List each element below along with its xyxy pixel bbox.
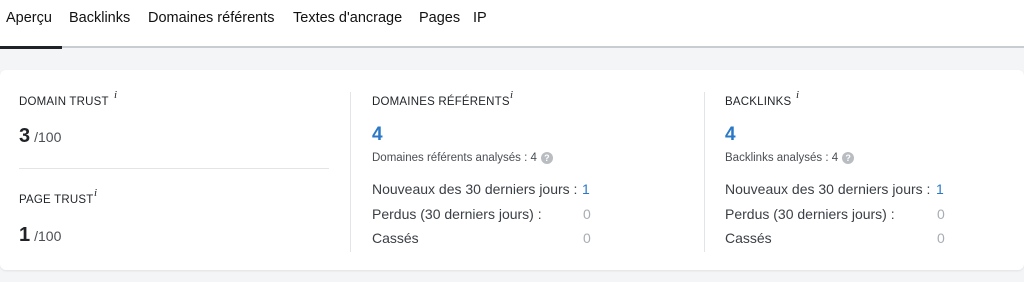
domain-trust-suffix: /100 bbox=[34, 129, 62, 145]
backlinks-analyzed: Backlinks analysés : 4? bbox=[725, 152, 855, 165]
backlinks-new-label: Nouveaux des 30 derniers jours : bbox=[725, 181, 931, 197]
page-trust-info-icon[interactable]: i bbox=[94, 187, 97, 199]
backlinks-label: BACKLINKS bbox=[725, 96, 792, 108]
overview-card: DOMAIN TRUST i 3/100 PAGE TRUST i 1/100 … bbox=[0, 70, 1024, 270]
referring-domains-value[interactable]: 4 bbox=[372, 124, 383, 146]
tab-bar: Aperçu Backlinks Domaines référents Text… bbox=[0, 0, 1024, 49]
backlinks-lost-label: Perdus (30 derniers jours) : bbox=[725, 206, 895, 222]
column-divider-1 bbox=[350, 92, 351, 252]
backlinks-new-value[interactable]: 1 bbox=[936, 181, 944, 197]
referring-domains-analyzed-text: Domaines référents analysés : 4 bbox=[372, 152, 537, 165]
referring-domains-info-icon[interactable]: i bbox=[510, 89, 513, 101]
backlinks-broken-label: Cassés bbox=[725, 230, 772, 246]
referring-domains-broken-label: Cassés bbox=[372, 230, 419, 246]
referring-domains-lost-label: Perdus (30 derniers jours) : bbox=[372, 206, 542, 222]
tab-ip[interactable]: IP bbox=[473, 10, 487, 26]
page-trust-value: 1/100 bbox=[19, 224, 61, 247]
page-trust-suffix: /100 bbox=[34, 228, 62, 244]
backlinks-broken-value: 0 bbox=[937, 230, 945, 246]
referring-domains-analyzed: Domaines référents analysés : 4? bbox=[372, 152, 553, 164]
tab-pages[interactable]: Pages bbox=[419, 10, 460, 26]
trust-divider bbox=[19, 168, 329, 169]
domain-trust-value: 3/100 bbox=[19, 125, 61, 148]
tab-apercu[interactable]: Aperçu bbox=[0, 10, 62, 49]
backlinks-analyzed-text: Backlinks analysés : 4 bbox=[725, 152, 839, 165]
page-trust-number: 1 bbox=[19, 224, 31, 246]
backlinks-info-icon[interactable]: i bbox=[796, 89, 799, 101]
referring-domains-lost-value: 0 bbox=[583, 206, 591, 222]
referring-domains-label: DOMAINES RÉFÉRENTS bbox=[372, 96, 510, 108]
backlinks-lost-value: 0 bbox=[937, 206, 945, 222]
help-icon[interactable]: ? bbox=[842, 152, 855, 164]
page-trust-label: PAGE TRUST bbox=[19, 194, 94, 206]
domain-trust-label: DOMAIN TRUST bbox=[19, 96, 109, 108]
referring-domains-new-value[interactable]: 1 bbox=[582, 181, 590, 197]
referring-domains-broken-value: 0 bbox=[583, 230, 591, 246]
backlinks-value[interactable]: 4 bbox=[725, 124, 736, 146]
help-icon[interactable]: ? bbox=[540, 152, 553, 164]
referring-domains-new-label: Nouveaux des 30 derniers jours : bbox=[372, 181, 578, 197]
tab-textes-ancrage[interactable]: Textes d'ancrage bbox=[293, 10, 402, 26]
column-divider-2 bbox=[704, 92, 705, 252]
tab-backlinks[interactable]: Backlinks bbox=[69, 10, 130, 26]
domain-trust-info-icon[interactable]: i bbox=[114, 89, 117, 101]
tab-domaines-referents[interactable]: Domaines référents bbox=[148, 10, 275, 26]
domain-trust-number: 3 bbox=[19, 125, 31, 147]
